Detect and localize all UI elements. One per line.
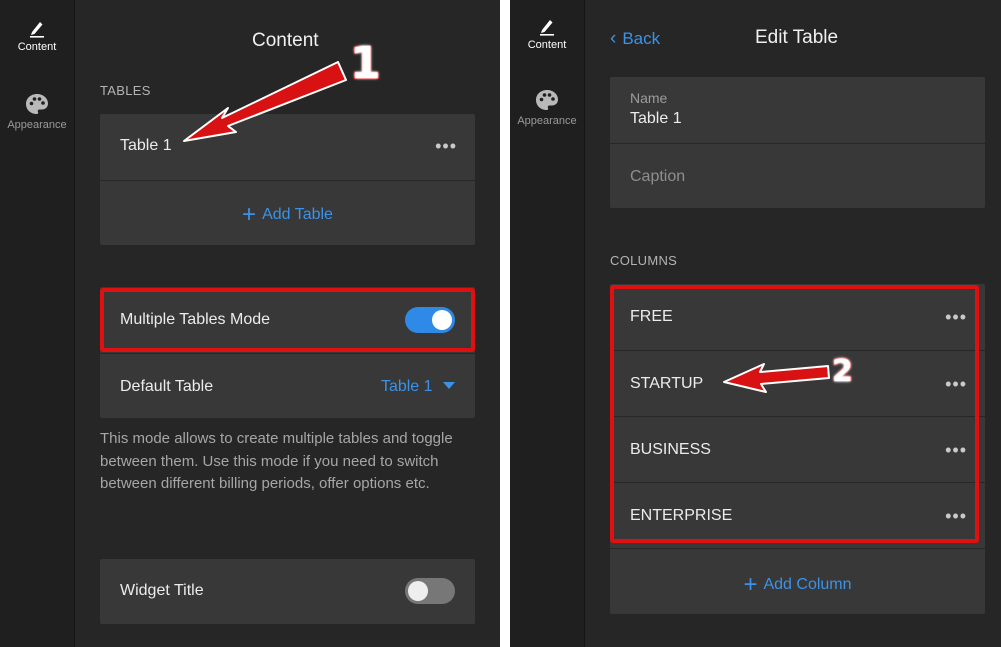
step-1-label: 1: [349, 38, 382, 89]
annotation-arrows: [183, 61, 830, 393]
arrow-2: [723, 363, 830, 393]
step-2-label: 2: [831, 354, 854, 389]
arrow-1: [183, 61, 347, 142]
